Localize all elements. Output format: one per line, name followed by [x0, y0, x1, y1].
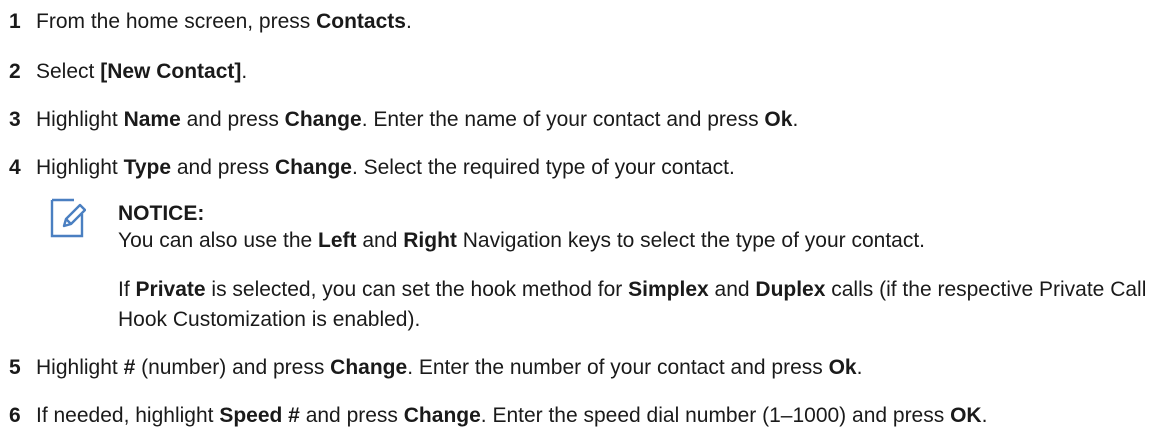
bold-term: Change [330, 356, 408, 379]
text-run: is selected, you can set the hook method… [205, 278, 629, 301]
step-text: Select [New Contact]. [36, 57, 1161, 87]
bold-term: Left [318, 229, 357, 252]
step-text: If needed, highlight Speed # and press C… [36, 401, 1161, 431]
bold-term: Simplex [628, 278, 709, 301]
step-text: Highlight Type and press Change. Select … [36, 153, 1161, 183]
step-number: 2 [9, 60, 21, 83]
text-run: Highlight [36, 156, 124, 179]
bold-term: [New Contact] [100, 60, 242, 83]
text-run: and [356, 229, 404, 252]
text-run: Navigation keys to select the type of yo… [456, 229, 926, 252]
text-run: and press [180, 108, 285, 131]
notice-title: NOTICE: [118, 202, 205, 225]
step-text: From the home screen, press Contacts. [36, 7, 1161, 37]
text-run: You can also use the [118, 229, 319, 252]
bold-term: Change [403, 404, 481, 427]
text-run: and [708, 278, 756, 301]
bold-term: Type [123, 156, 172, 179]
text-run: . Enter the number of your contact and p… [407, 356, 829, 379]
bold-term: Ok [764, 108, 793, 131]
text-run: (number) and press [135, 356, 331, 379]
bold-term: Right [403, 229, 457, 252]
bold-term: Private [135, 278, 206, 301]
bold-term: # [123, 356, 136, 379]
procedure-document: 1 From the home screen, press Contacts . … [0, 0, 1171, 448]
text-run: . [405, 10, 412, 33]
text-run: and press [171, 156, 275, 179]
text-run: If needed, highlight [36, 404, 220, 427]
bold-term: Duplex [755, 278, 826, 301]
text-run: . [792, 108, 799, 131]
bold-term: Change [284, 108, 362, 131]
text-run: . Select the required type of your conta… [351, 156, 735, 179]
step-text: Highlight Name and press Change. Enter t… [36, 105, 1161, 135]
bold-term: Name [123, 108, 181, 131]
step-number: 4 [9, 156, 21, 179]
bold-term: OK [950, 404, 982, 427]
step-number: 6 [9, 404, 21, 427]
text-run: Select [36, 60, 101, 83]
step-number: 5 [9, 356, 21, 379]
text-run: . [981, 404, 988, 427]
bold-term: Speed # [219, 404, 300, 427]
step-text: Highlight # (number) and press Change. E… [36, 353, 1161, 383]
step-number: 3 [9, 108, 21, 131]
pencil-note-icon [48, 196, 87, 240]
bold-term: Contacts [316, 10, 406, 33]
text-run: Highlight [36, 108, 124, 131]
text-run: If [118, 278, 136, 301]
text-run: . [241, 60, 248, 83]
notice-paragraph: You can also use the Left and Right Navi… [118, 226, 1161, 256]
bold-term: Change [274, 156, 352, 179]
text-run: and press [299, 404, 404, 427]
text-run: Highlight [36, 356, 124, 379]
text-run: . [856, 356, 863, 379]
notice-paragraph: If Private is selected, you can set the … [118, 275, 1161, 335]
step-number: 1 [9, 10, 21, 33]
text-run: . Enter the name of your contact and pre… [361, 108, 765, 131]
bold-term: Ok [828, 356, 857, 379]
text-run: From the home screen, press [36, 10, 317, 33]
text-run: . Enter the speed dial number (1–1000) a… [480, 404, 951, 427]
